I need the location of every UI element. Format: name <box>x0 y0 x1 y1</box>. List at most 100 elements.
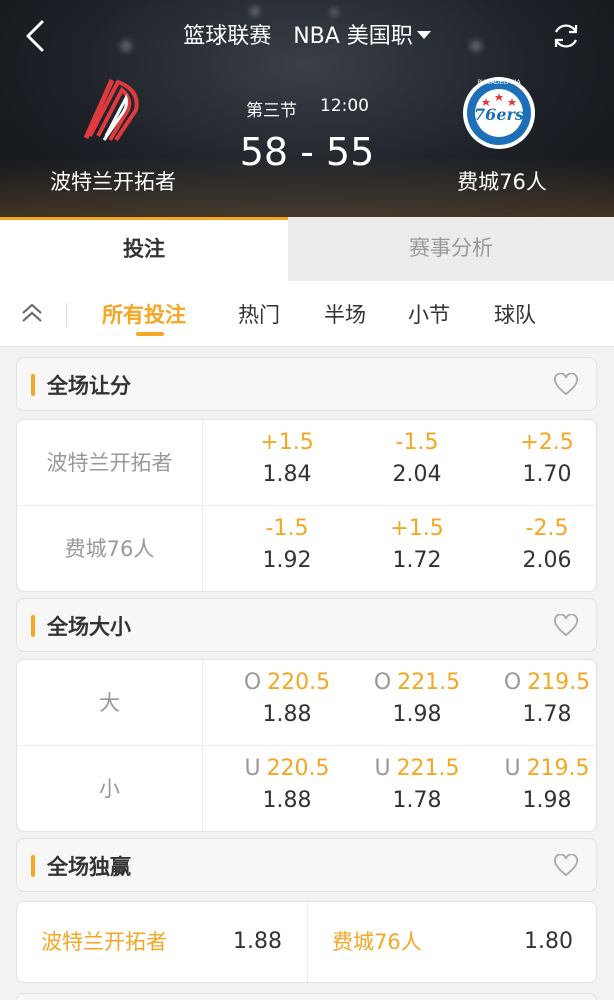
odds-value: 1.88 <box>262 788 312 813</box>
filter-hot[interactable]: 热门 <box>238 299 280 329</box>
total-line: O 221.5 <box>352 670 482 695</box>
total-line: U 221.5 <box>352 756 482 781</box>
under-prefix: U <box>244 756 261 781</box>
filter-half[interactable]: 半场 <box>324 299 366 329</box>
total-line: U 219.5 <box>482 756 596 781</box>
sixers-logo-text: 76ers <box>474 105 524 124</box>
odds-cell[interactable]: O 220.5 1.88 <box>222 660 352 746</box>
odds-value: 1.78 <box>392 788 442 813</box>
odds-cell[interactable]: +2.5 1.70 <box>482 420 596 506</box>
odds-cell[interactable]: U 219.5 1.98 <box>482 746 596 831</box>
odds-cell[interactable]: U 220.5 1.88 <box>222 746 352 831</box>
market-row: 大 O 220.5 1.88 O 221.5 1.98 O 219.5 1.78 <box>17 660 596 746</box>
odds-cell[interactable]: +1.5 1.84 <box>222 420 352 506</box>
total-value: 220.5 <box>266 756 330 781</box>
moneyline-away-option[interactable]: 费城76人 1.80 <box>308 902 596 982</box>
moneyline-home-option[interactable]: 波特兰开拓者 1.88 <box>17 902 307 982</box>
total-value: 221.5 <box>397 670 461 695</box>
odds-value: 1.70 <box>522 462 572 487</box>
sport-label: 篮球联赛 <box>183 24 272 49</box>
refresh-icon[interactable] <box>550 20 582 52</box>
total-value: 220.5 <box>267 670 331 695</box>
section-header-totals[interactable]: 全场大小 <box>16 598 597 652</box>
row-label-over: 大 <box>17 660 203 746</box>
section-title: 全场大小 <box>47 615 131 639</box>
filter-team[interactable]: 球队 <box>494 299 536 329</box>
main-tabs: 投注 赛事分析 <box>0 217 614 281</box>
odds-value: 1.98 <box>392 702 442 727</box>
arena-light <box>250 6 260 16</box>
section-accent-bar <box>31 615 35 637</box>
tab-analysis[interactable]: 赛事分析 <box>288 217 614 281</box>
filter-quarter[interactable]: 小节 <box>408 299 450 329</box>
filter-active-underline <box>136 332 164 336</box>
arena-light <box>330 8 338 16</box>
handicap-market: 波特兰开拓者 +1.5 1.84 -1.5 2.04 +2.5 1.70 费城7… <box>16 419 597 592</box>
moneyline-team: 波特兰开拓者 <box>41 930 167 954</box>
section-header-moneyline[interactable]: 全场独赢 <box>16 838 597 892</box>
league-label: NBA 美国职 <box>293 24 413 49</box>
under-prefix: U <box>374 756 391 781</box>
sixers-logo-icon: PHILADELPHIA 76ers <box>463 77 535 149</box>
row-label-under: 小 <box>17 746 203 831</box>
section-accent-bar <box>31 855 35 877</box>
period-label: 第三节 <box>246 101 297 121</box>
odds-value: 1.78 <box>522 702 572 727</box>
over-prefix: O <box>503 670 522 695</box>
odds-cell[interactable]: U 221.5 1.78 <box>352 746 482 831</box>
totals-market: 大 O 220.5 1.88 O 221.5 1.98 O 219.5 1.78 小 … <box>16 659 597 832</box>
filter-all-bets[interactable]: 所有投注 <box>102 299 186 329</box>
section-title: 全场让分 <box>47 374 131 398</box>
odds-cell[interactable]: -1.5 1.92 <box>222 506 352 591</box>
tab-bet[interactable]: 投注 <box>0 217 288 281</box>
sixers-ring-text: PHILADELPHIA <box>477 79 521 86</box>
handicap-line: +2.5 <box>520 430 574 455</box>
favorite-heart-icon[interactable] <box>553 373 579 397</box>
odds-cell[interactable]: O 221.5 1.98 <box>352 660 482 746</box>
moneyline-team: 费城76人 <box>332 930 422 954</box>
filter-divider <box>66 303 67 327</box>
dropdown-caret-icon <box>416 31 431 39</box>
home-team-name: 波特兰开拓者 <box>50 170 176 194</box>
next-section-peek <box>16 993 597 1000</box>
odds-value: 1.88 <box>233 929 282 954</box>
game-clock: 12:00 <box>320 96 369 116</box>
row-team-name: 波特兰开拓者 <box>17 420 203 506</box>
blazers-logo-icon <box>83 78 139 142</box>
total-value: 219.5 <box>527 670 591 695</box>
odds-cell[interactable]: O 219.5 1.78 <box>482 660 596 746</box>
odds-value: 1.88 <box>262 702 312 727</box>
handicap-line: -2.5 <box>525 516 569 541</box>
odds-value: 2.06 <box>522 548 572 573</box>
collapse-chevron-icon[interactable] <box>20 301 44 325</box>
odds-value: 1.92 <box>262 548 312 573</box>
market-row: 波特兰开拓者 +1.5 1.84 -1.5 2.04 +2.5 1.70 <box>17 420 596 506</box>
total-line: O 219.5 <box>482 670 596 695</box>
match-header: 篮球联赛 NBA 美国职 PHILADELPHIA 76ers 波特兰开拓者 费城… <box>0 0 614 217</box>
market-row: 费城76人 -1.5 1.92 +1.5 1.72 -2.5 2.06 <box>17 506 596 591</box>
handicap-line: -1.5 <box>265 516 309 541</box>
handicap-line: -1.5 <box>395 430 439 455</box>
odds-cell[interactable]: -1.5 2.04 <box>352 420 482 506</box>
over-prefix: O <box>243 670 262 695</box>
odds-value: 1.80 <box>524 929 573 954</box>
under-prefix: U <box>504 756 521 781</box>
handicap-line: +1.5 <box>390 516 444 541</box>
section-header-handicap[interactable]: 全场让分 <box>16 357 597 411</box>
moneyline-market: 波特兰开拓者 1.88 费城76人 1.80 <box>16 901 597 983</box>
odds-cell[interactable]: -2.5 2.06 <box>482 506 596 591</box>
total-value: 221.5 <box>396 756 460 781</box>
handicap-line: +1.5 <box>260 430 314 455</box>
favorite-heart-icon[interactable] <box>553 854 579 878</box>
odds-cell[interactable]: +1.5 1.72 <box>352 506 482 591</box>
section-title: 全场独赢 <box>47 855 131 879</box>
away-team-name: 费城76人 <box>457 170 547 194</box>
over-prefix: O <box>373 670 392 695</box>
favorite-heart-icon[interactable] <box>553 614 579 638</box>
bet-filter-bar: 所有投注 热门 半场 小节 球队 <box>0 281 614 347</box>
odds-value: 2.04 <box>392 462 442 487</box>
row-team-name: 费城76人 <box>17 506 203 591</box>
league-title[interactable]: 篮球联赛 NBA 美国职 <box>0 18 614 50</box>
score: 58 - 55 <box>239 130 375 174</box>
total-value: 219.5 <box>526 756 590 781</box>
